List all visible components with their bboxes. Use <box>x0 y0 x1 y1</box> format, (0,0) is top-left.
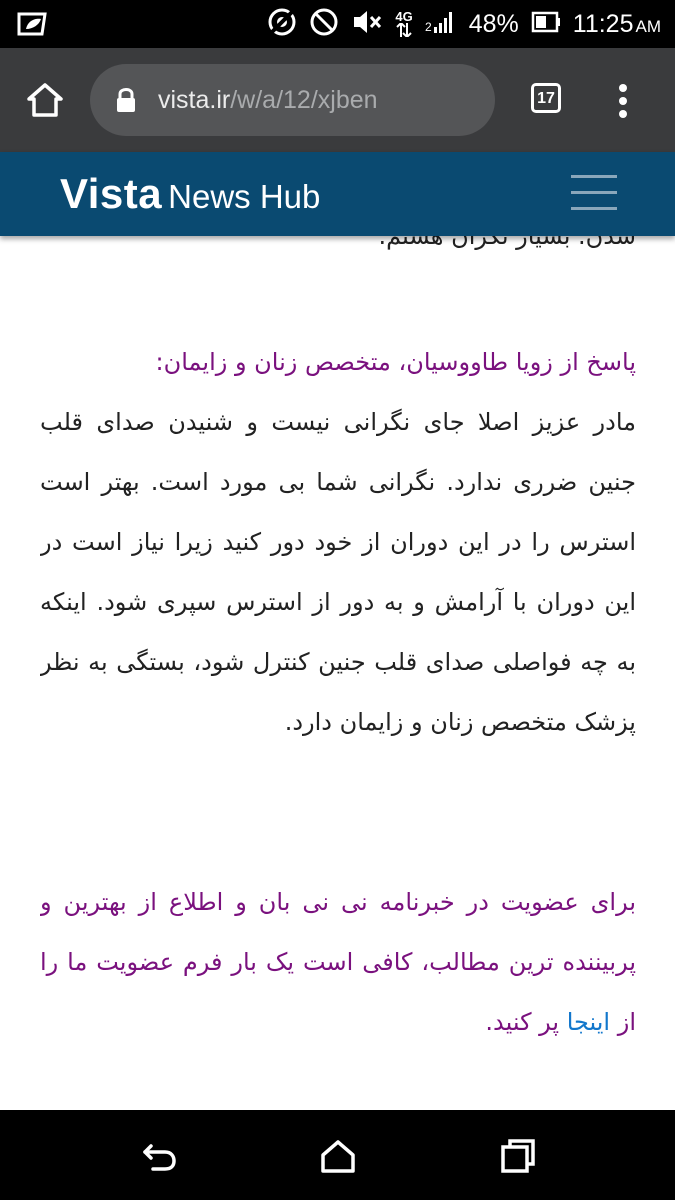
battery-icon <box>531 11 561 37</box>
lock-icon <box>115 86 137 118</box>
answer-section: پاسخ از زویا طاووسیان، متخصص زنان و زایم… <box>40 332 636 752</box>
answer-heading: پاسخ از زویا طاووسیان، متخصص زنان و زایم… <box>155 348 637 376</box>
time-ampm: AM <box>635 16 662 36</box>
message-notification-icon <box>16 10 50 42</box>
do-not-disturb-icon <box>309 7 339 41</box>
clock: 11:25 AM <box>573 10 661 39</box>
svg-text:2: 2 <box>425 20 432 34</box>
more-menu-icon[interactable] <box>613 84 633 120</box>
network-label: 4G <box>395 9 413 24</box>
article-body: شدن. بسیار نگران هستم. پاسخ از زویا طاوو… <box>40 236 636 1110</box>
url-path: /w/a/12/xjben <box>230 86 378 114</box>
status-bar: 4G 2 48% 11:25 AM <box>0 0 675 48</box>
url-bar[interactable]: vista.ir/w/a/12/xjben <box>90 64 495 136</box>
signal-icon: 2 <box>425 9 457 39</box>
tabs-icon[interactable]: 17 <box>531 83 561 113</box>
time: 11:25 <box>572 9 634 38</box>
answer-body: مادر عزیز اصلا جای نگرانی نیست و شنیدن ص… <box>40 408 636 736</box>
home-icon[interactable] <box>24 80 66 120</box>
battery-percent: 48% <box>468 9 519 38</box>
brand-main: Vista <box>60 170 163 217</box>
system-nav-bar <box>0 1110 675 1200</box>
url-text: vista.ir/w/a/12/xjben <box>158 64 378 136</box>
cta-text-after: پر کنید. <box>485 1008 560 1036</box>
cta-link[interactable]: اینجا <box>567 1008 610 1036</box>
recents-icon[interactable] <box>500 1138 536 1174</box>
hamburger-menu-icon[interactable] <box>571 175 617 215</box>
volume-muted-icon <box>351 7 383 41</box>
site-header: Vista News Hub <box>0 152 675 236</box>
tab-count: 17 <box>537 90 555 107</box>
brand-sub: News Hub <box>168 178 321 215</box>
site-logo[interactable]: Vista News Hub <box>60 152 320 246</box>
newsletter-cta: برای عضویت در خبرنامه نی نی بان و اطلاع … <box>40 872 636 1052</box>
browser-toolbar: vista.ir/w/a/12/xjben 17 <box>0 48 675 152</box>
hotspot-icon <box>267 7 297 41</box>
back-icon[interactable] <box>141 1138 177 1174</box>
network-4g-icon: 4G <box>395 9 413 37</box>
home-nav-icon[interactable] <box>320 1138 356 1174</box>
url-domain: vista.ir <box>158 86 231 114</box>
